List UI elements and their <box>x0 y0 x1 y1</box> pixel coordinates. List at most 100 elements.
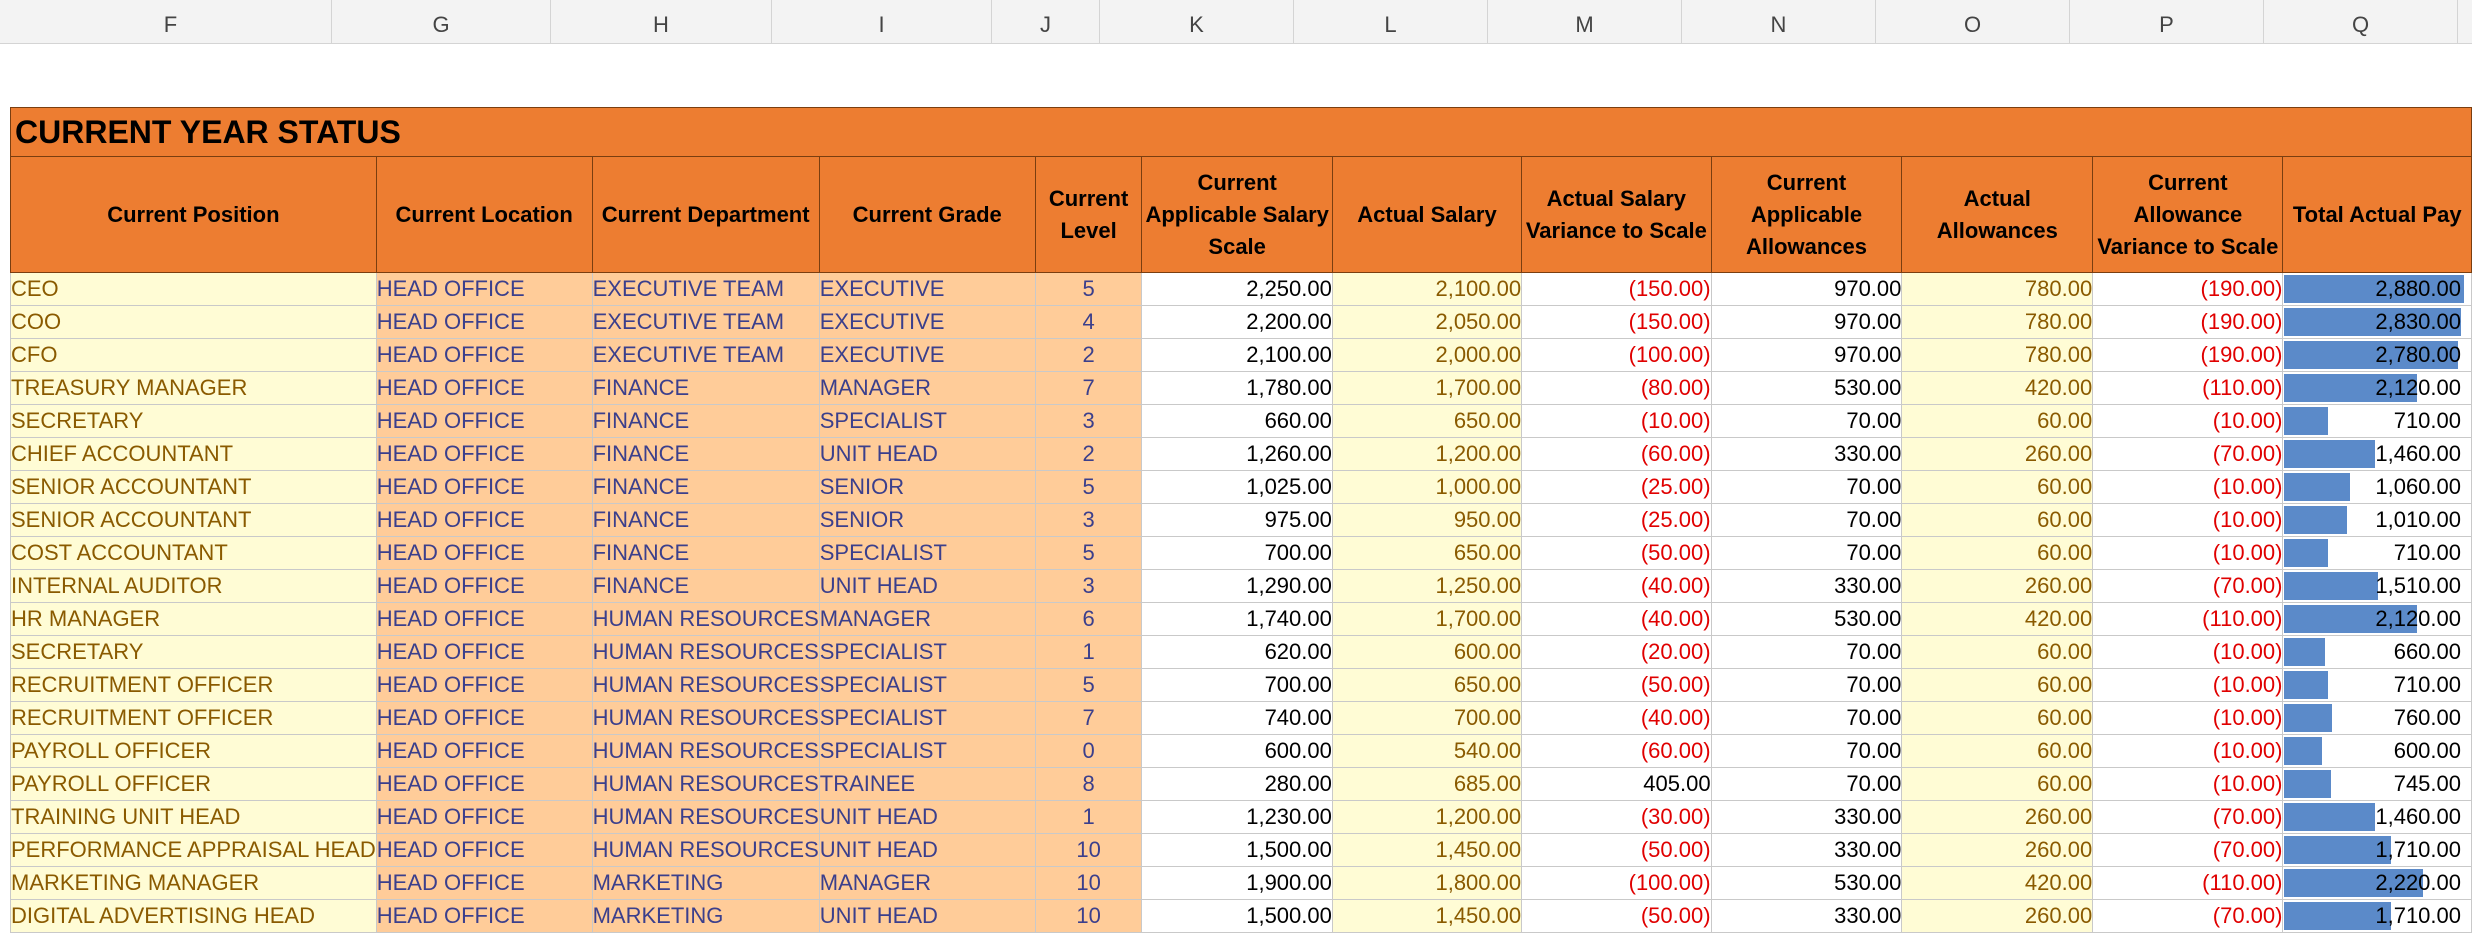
header-salary-variance[interactable]: Actual Salary Variance to Scale <box>1521 156 1712 273</box>
actual-salary-cell[interactable]: 1,200.00 <box>1331 800 1523 834</box>
allowances-cell[interactable]: 530.00 <box>1710 602 1903 636</box>
allowance-variance-cell[interactable]: (70.00) <box>2092 833 2284 867</box>
level-cell[interactable]: 2 <box>1034 437 1143 471</box>
grade-cell[interactable]: MANAGER <box>818 866 1036 900</box>
position-cell[interactable]: PAYROLL OFFICER <box>10 734 377 768</box>
header-applicable-salary-scale[interactable]: Current Applicable Salary Scale <box>1141 156 1333 273</box>
column-header-q[interactable]: Q <box>2264 0 2458 43</box>
department-cell[interactable]: FINANCE <box>591 437 820 471</box>
allowance-variance-cell[interactable]: (190.00) <box>2092 272 2284 306</box>
allowances-cell[interactable]: 330.00 <box>1710 569 1903 603</box>
level-cell[interactable]: 1 <box>1034 635 1143 669</box>
allowances-cell[interactable]: 330.00 <box>1710 437 1903 471</box>
department-cell[interactable]: HUMAN RESOURCES <box>591 833 820 867</box>
allowances-cell[interactable]: 70.00 <box>1710 470 1903 504</box>
header-allowance-variance[interactable]: Current Allowance Variance to Scale <box>2092 156 2284 273</box>
department-cell[interactable]: EXECUTIVE TEAM <box>591 305 820 339</box>
column-header-l[interactable]: L <box>1294 0 1488 43</box>
actual-salary-cell[interactable]: 2,100.00 <box>1331 272 1523 306</box>
salary-scale-cell[interactable]: 1,025.00 <box>1141 470 1333 504</box>
total-actual-pay-cell[interactable]: 600.00 <box>2282 734 2472 768</box>
grade-cell[interactable]: SPECIALIST <box>818 404 1036 438</box>
total-actual-pay-cell[interactable]: 2,880.00 <box>2282 272 2472 306</box>
actual-salary-cell[interactable]: 685.00 <box>1331 767 1523 801</box>
column-header-h[interactable]: H <box>551 0 772 43</box>
position-cell[interactable]: INTERNAL AUDITOR <box>10 569 377 603</box>
salary-variance-cell[interactable]: (50.00) <box>1521 833 1712 867</box>
column-header-p[interactable]: P <box>2070 0 2264 43</box>
position-cell[interactable]: TREASURY MANAGER <box>10 371 377 405</box>
column-header-g[interactable]: G <box>332 0 551 43</box>
allowance-variance-cell[interactable]: (70.00) <box>2092 899 2284 933</box>
allowances-cell[interactable]: 70.00 <box>1710 635 1903 669</box>
actual-salary-cell[interactable]: 540.00 <box>1331 734 1523 768</box>
salary-variance-cell[interactable]: (150.00) <box>1521 272 1712 306</box>
allowance-variance-cell[interactable]: (10.00) <box>2092 668 2284 702</box>
allowances-cell[interactable]: 70.00 <box>1710 536 1903 570</box>
grade-cell[interactable]: UNIT HEAD <box>818 569 1036 603</box>
salary-scale-cell[interactable]: 2,200.00 <box>1141 305 1333 339</box>
grade-cell[interactable]: SENIOR <box>818 470 1036 504</box>
salary-variance-cell[interactable]: (25.00) <box>1521 503 1712 537</box>
position-cell[interactable]: TRAINING UNIT HEAD <box>10 800 377 834</box>
actual-allowances-cell[interactable]: 60.00 <box>1901 404 2094 438</box>
position-cell[interactable]: COST ACCOUNTANT <box>10 536 377 570</box>
allowance-variance-cell[interactable]: (10.00) <box>2092 536 2284 570</box>
grade-cell[interactable]: UNIT HEAD <box>818 437 1036 471</box>
level-cell[interactable]: 5 <box>1034 668 1143 702</box>
column-header-o[interactable]: O <box>1876 0 2070 43</box>
location-cell[interactable]: HEAD OFFICE <box>375 833 593 867</box>
position-cell[interactable]: RECRUITMENT OFFICER <box>10 701 377 735</box>
total-actual-pay-cell[interactable]: 2,830.00 <box>2282 305 2472 339</box>
allowance-variance-cell[interactable]: (10.00) <box>2092 767 2284 801</box>
level-cell[interactable]: 10 <box>1034 866 1143 900</box>
actual-allowances-cell[interactable]: 60.00 <box>1901 767 2094 801</box>
allowance-variance-cell[interactable]: (10.00) <box>2092 701 2284 735</box>
actual-allowances-cell[interactable]: 780.00 <box>1901 305 2094 339</box>
location-cell[interactable]: HEAD OFFICE <box>375 536 593 570</box>
salary-variance-cell[interactable]: (100.00) <box>1521 338 1712 372</box>
department-cell[interactable]: HUMAN RESOURCES <box>591 602 820 636</box>
grade-cell[interactable]: SENIOR <box>818 503 1036 537</box>
total-actual-pay-cell[interactable]: 2,780.00 <box>2282 338 2472 372</box>
actual-allowances-cell[interactable]: 420.00 <box>1901 866 2094 900</box>
location-cell[interactable]: HEAD OFFICE <box>375 569 593 603</box>
salary-scale-cell[interactable]: 700.00 <box>1141 668 1333 702</box>
department-cell[interactable]: MARKETING <box>591 899 820 933</box>
allowances-cell[interactable]: 70.00 <box>1710 503 1903 537</box>
allowances-cell[interactable]: 70.00 <box>1710 701 1903 735</box>
header-total-actual-pay[interactable]: Total Actual Pay <box>2282 156 2472 273</box>
salary-variance-cell[interactable]: (50.00) <box>1521 668 1712 702</box>
actual-salary-cell[interactable]: 650.00 <box>1331 668 1523 702</box>
location-cell[interactable]: HEAD OFFICE <box>375 338 593 372</box>
department-cell[interactable]: HUMAN RESOURCES <box>591 668 820 702</box>
allowance-variance-cell[interactable]: (190.00) <box>2092 305 2284 339</box>
actual-allowances-cell[interactable]: 60.00 <box>1901 668 2094 702</box>
sheet-title[interactable]: CURRENT YEAR STATUS <box>10 107 2472 157</box>
department-cell[interactable]: FINANCE <box>591 569 820 603</box>
position-cell[interactable]: SENIOR ACCOUNTANT <box>10 470 377 504</box>
actual-allowances-cell[interactable]: 420.00 <box>1901 602 2094 636</box>
salary-scale-cell[interactable]: 1,500.00 <box>1141 833 1333 867</box>
header-current-department[interactable]: Current Department <box>591 156 820 273</box>
grade-cell[interactable]: UNIT HEAD <box>818 833 1036 867</box>
total-actual-pay-cell[interactable]: 2,120.00 <box>2282 371 2472 405</box>
allowances-cell[interactable]: 530.00 <box>1710 866 1903 900</box>
allowance-variance-cell[interactable]: (70.00) <box>2092 569 2284 603</box>
level-cell[interactable]: 3 <box>1034 404 1143 438</box>
actual-salary-cell[interactable]: 1,700.00 <box>1331 602 1523 636</box>
level-cell[interactable]: 3 <box>1034 503 1143 537</box>
header-current-level[interactable]: Current Level <box>1034 156 1143 273</box>
position-cell[interactable]: DIGITAL ADVERTISING HEAD <box>10 899 377 933</box>
location-cell[interactable]: HEAD OFFICE <box>375 371 593 405</box>
salary-variance-cell[interactable]: (60.00) <box>1521 734 1712 768</box>
location-cell[interactable]: HEAD OFFICE <box>375 800 593 834</box>
salary-scale-cell[interactable]: 660.00 <box>1141 404 1333 438</box>
location-cell[interactable]: HEAD OFFICE <box>375 503 593 537</box>
column-header-n[interactable]: N <box>1682 0 1876 43</box>
department-cell[interactable]: FINANCE <box>591 503 820 537</box>
actual-allowances-cell[interactable]: 60.00 <box>1901 635 2094 669</box>
level-cell[interactable]: 7 <box>1034 371 1143 405</box>
allowances-cell[interactable]: 70.00 <box>1710 404 1903 438</box>
position-cell[interactable]: PERFORMANCE APPRAISAL HEAD <box>10 833 377 867</box>
